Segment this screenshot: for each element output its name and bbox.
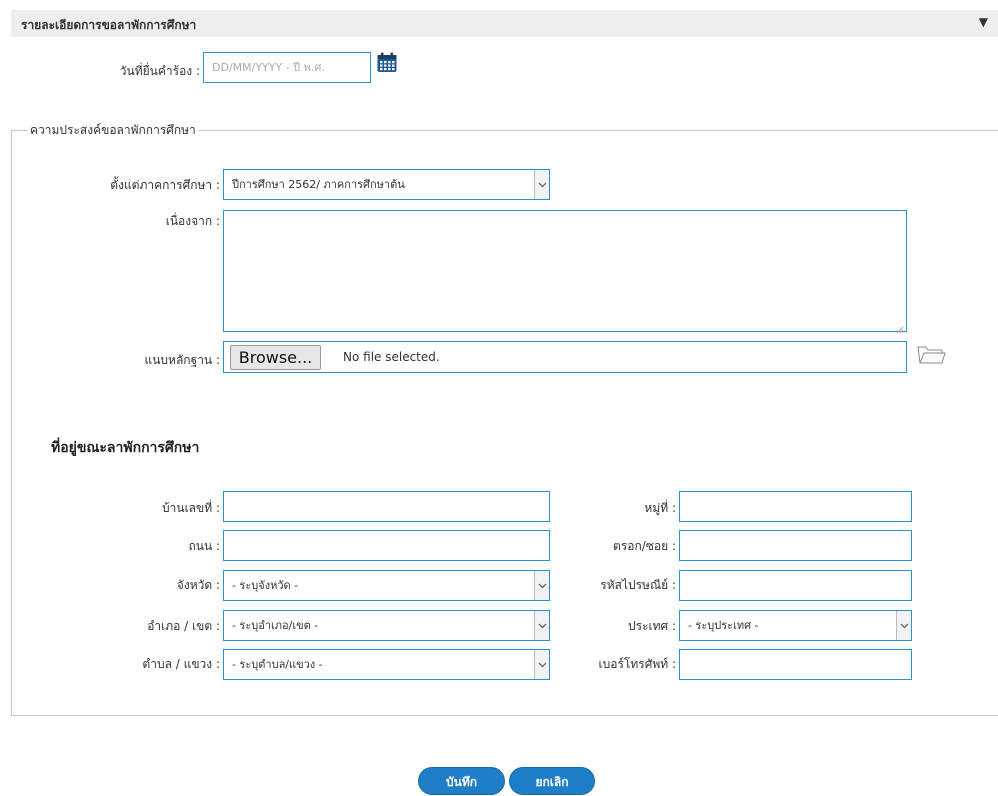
term-select[interactable]: ปีการศึกษา 2562/ ภาคการศึกษาต้น (223, 169, 550, 200)
resize-grip-icon[interactable] (896, 322, 904, 334)
calendar-icon[interactable] (376, 52, 398, 74)
moo-label: หมู่ที่ : (644, 501, 676, 515)
term-select-value: ปีการศึกษา 2562/ ภาคการศึกษาต้น (232, 178, 405, 191)
phone-label: เบอร์โทรศัพท์ : (598, 657, 676, 671)
save-button[interactable]: บันทึก (418, 767, 505, 795)
road-label: ถนน : (188, 539, 220, 553)
soi-label: ตรอก/ซอย : (613, 539, 676, 553)
road-input[interactable] (223, 530, 550, 561)
chevron-down-icon[interactable] (896, 611, 911, 640)
term-label: ตั้งแต่ภาคการศึกษา : (110, 178, 220, 192)
browse-button[interactable]: Browse... (230, 345, 321, 370)
country-select-value: - ระบุประเทศ - (688, 619, 759, 632)
subdistrict-select[interactable]: - ระบุตำบล/แขวง - (223, 649, 550, 680)
province-select-value: - ระบุจังหวัด - (232, 579, 299, 592)
postcode-input[interactable] (679, 570, 912, 601)
province-select[interactable]: - ระบุจังหวัด - (223, 570, 550, 601)
section-header[interactable]: รายละเอียดการขอลาพักการศึกษา ▼ (11, 10, 998, 37)
country-label: ประเทศ : (628, 619, 676, 633)
district-select-value: - ระบุอำเภอ/เขต - (232, 619, 319, 632)
phone-input[interactable] (679, 649, 912, 680)
collapse-toggle-icon[interactable]: ▼ (979, 15, 988, 29)
moo-input[interactable] (679, 491, 912, 522)
subdistrict-label: ตำบล / แขวง : (142, 657, 220, 671)
address-heading: ที่อยู่ขณะลาพักการศึกษา (51, 440, 200, 456)
file-input[interactable]: Browse... No file selected. (223, 341, 907, 373)
house-no-input[interactable] (223, 491, 550, 522)
province-label: จังหวัด : (176, 578, 220, 592)
cancel-button[interactable]: ยกเลิก (509, 767, 595, 795)
reason-textarea[interactable] (223, 210, 907, 334)
attachment-label: แนบหลักฐาน : (144, 353, 220, 367)
file-status: No file selected. (343, 350, 440, 364)
reason-label: เนื่องจาก : (165, 214, 220, 228)
postcode-label: รหัสไปรษณีย์ : (600, 578, 676, 592)
district-label: อำเภอ / เขต : (147, 619, 220, 633)
folder-icon[interactable] (916, 343, 946, 367)
country-select[interactable]: - ระบุประเทศ - (679, 610, 912, 641)
request-date-input[interactable]: DD/MM/YYYY - ปี พ.ศ. (203, 52, 371, 83)
request-date-label: วันที่ยื่นคำร้อง : (119, 64, 200, 78)
chevron-down-icon[interactable] (534, 170, 549, 199)
house-no-label: บ้านเลขที่ : (162, 501, 220, 515)
purpose-legend: ความประสงค์ขอลาพักการศึกษา (28, 121, 198, 140)
district-select[interactable]: - ระบุอำเภอ/เขต - (223, 610, 550, 641)
soi-input[interactable] (679, 530, 912, 561)
subdistrict-select-value: - ระบุตำบล/แขวง - (232, 658, 323, 671)
section-title: รายละเอียดการขอลาพักการศึกษา (21, 18, 197, 32)
